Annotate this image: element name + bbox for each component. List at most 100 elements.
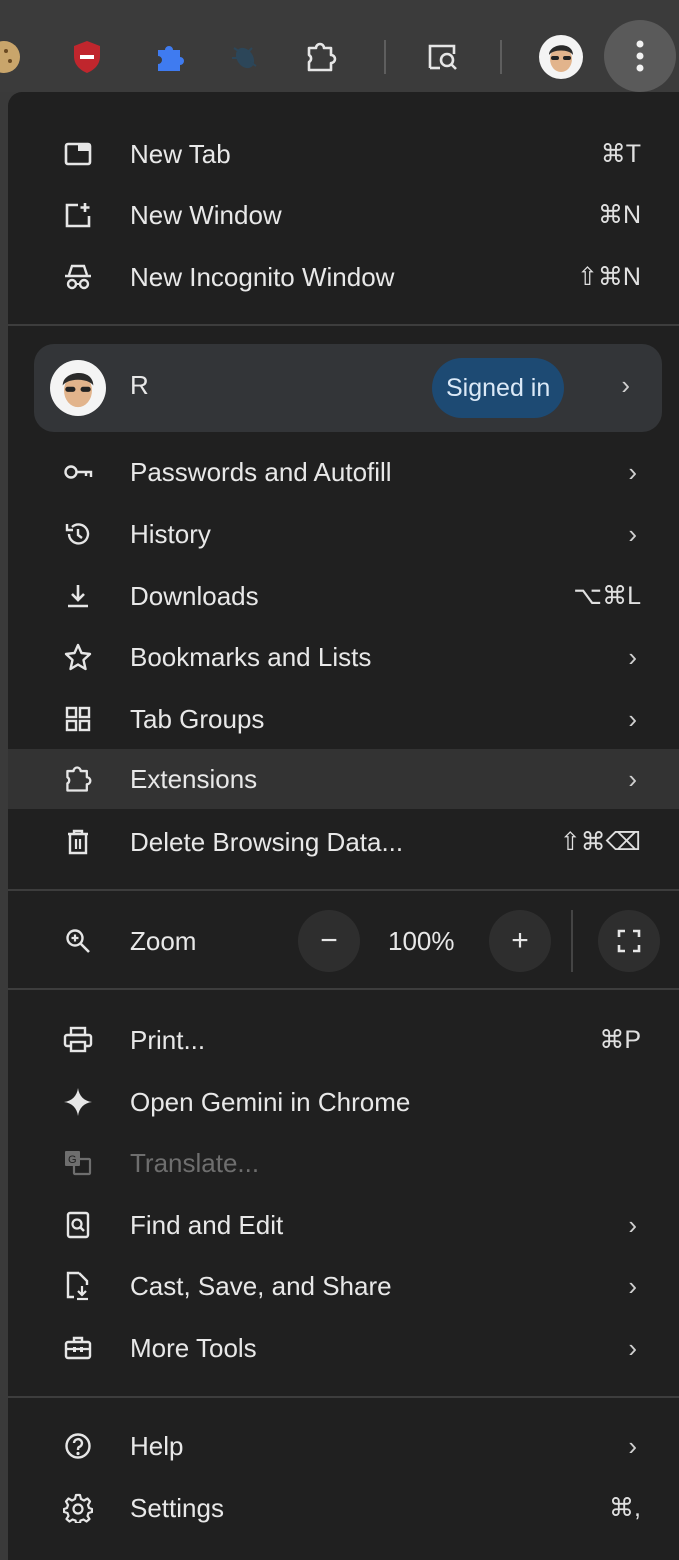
menu-item-print[interactable]: Print... ⌘P [8,1010,679,1070]
cookie-icon[interactable] [0,34,24,80]
new-window-icon [60,197,96,233]
shortcut: ⌘N [597,201,641,229]
menu-item-zoom: Zoom − 100% + [8,910,679,972]
menu-item-label: More Tools [130,1332,257,1363]
print-icon [60,1022,96,1058]
zoom-in-icon [60,923,96,959]
more-vert-icon[interactable] [604,20,676,92]
zoom-out-button[interactable]: − [298,910,360,972]
menu-item-label: Find and Edit [130,1209,284,1240]
menu-item-label: History [130,518,211,549]
gear-icon [60,1490,96,1526]
menu-item-history[interactable]: History › [8,504,679,564]
menu-item-label: New Incognito Window [130,261,395,292]
menu-item-help[interactable]: Help › [8,1416,679,1476]
profile-row[interactable]: R Signed in › [34,344,662,432]
shortcut: ⇧⌘⌫ [559,828,641,856]
toolbar-separator [496,34,506,80]
menu-item-gemini[interactable]: Open Gemini in Chrome [8,1072,679,1132]
menu-item-label: New Tab [130,138,231,169]
menu-item-bookmarks[interactable]: Bookmarks and Lists › [8,627,679,687]
toolbox-icon [60,1330,96,1366]
menu-item-downloads[interactable]: Downloads ⌥⌘L [8,566,679,626]
chevron-right-icon: › [628,641,637,672]
menu-item-label: Bookmarks and Lists [130,641,372,672]
chrome-main-menu: New Tab ⌘T New Window ⌘N New Incognito W… [8,92,679,1560]
shield-icon[interactable] [64,34,110,80]
menu-item-label: Extensions [130,763,258,794]
star-icon [60,639,96,675]
chevron-right-icon: › [628,518,637,549]
shortcut: ⌘P [599,1026,641,1054]
menu-item-label: Help [130,1430,184,1461]
menu-item-tab-groups[interactable]: Tab Groups › [8,689,679,749]
profile-name: R [130,370,149,400]
extensions-icon[interactable] [298,34,344,80]
menu-item-delete-browsing-data[interactable]: Delete Browsing Data... ⇧⌘⌫ [8,812,679,872]
divider [8,889,679,891]
puzzle-icon[interactable] [146,34,192,80]
shortcut: ⌘T [600,140,641,168]
key-icon [60,454,96,490]
menu-item-label: Zoom [130,925,197,956]
chevron-right-icon: › [628,456,637,487]
chevron-right-icon: › [621,370,630,400]
menu-item-passwords[interactable]: Passwords and Autofill › [8,442,679,502]
menu-item-settings[interactable]: Settings ⌘, [8,1478,679,1538]
signed-in-badge: Signed in [432,358,565,418]
menu-item-label: Delete Browsing Data... [130,826,404,857]
bug-icon[interactable] [222,34,268,80]
cast-save-share-icon [60,1268,96,1304]
shortcut: ⌘, [609,1494,641,1522]
translate-icon: G [60,1145,96,1181]
menu-item-label: Translate... [130,1147,260,1178]
menu-item-label: Passwords and Autofill [130,456,392,487]
menu-item-label: New Window [130,199,282,230]
menu-item-find-edit[interactable]: Find and Edit › [8,1195,679,1255]
fullscreen-button[interactable] [598,910,660,972]
browser-toolbar [0,0,679,92]
trash-icon [60,824,96,860]
chevron-right-icon: › [628,1332,637,1363]
menu-item-label: Cast, Save, and Share [130,1270,392,1301]
new-tab-icon [60,136,96,172]
search-tab-icon[interactable] [420,34,466,80]
toolbar-separator [380,34,390,80]
menu-item-cast-save-share[interactable]: Cast, Save, and Share › [8,1256,679,1316]
download-icon [60,578,96,614]
chevron-right-icon: › [628,1270,637,1301]
help-icon [60,1428,96,1464]
fullscreen-icon [617,929,641,953]
menu-item-new-tab[interactable]: New Tab ⌘T [8,124,679,184]
chevron-right-icon: › [628,703,637,734]
chevron-right-icon: › [628,1209,637,1240]
menu-item-label: Print... [130,1024,206,1055]
avatar[interactable] [538,34,584,80]
menu-item-extensions[interactable]: Extensions › [8,749,679,809]
menu-item-new-incognito[interactable]: New Incognito Window ⇧⌘N [8,247,679,307]
find-in-page-icon [60,1207,96,1243]
svg-text:G: G [68,1154,77,1166]
zoom-level: 100% [388,925,455,956]
divider [8,324,679,326]
menu-item-more-tools[interactable]: More Tools › [8,1318,679,1378]
shortcut: ⌥⌘L [573,582,641,610]
zoom-in-button[interactable]: + [489,910,551,972]
menu-item-label: Open Gemini in Chrome [130,1086,411,1117]
history-icon [60,516,96,552]
extensions-icon [60,761,96,797]
avatar [50,360,106,416]
gemini-sparkle-icon [60,1084,96,1120]
menu-item-label: Tab Groups [130,703,265,734]
incognito-icon [60,259,96,295]
chevron-right-icon: › [628,1430,637,1461]
tab-groups-icon [60,701,96,737]
chevron-right-icon: › [628,763,637,794]
menu-item-label: Downloads [130,580,259,611]
menu-item-label: Settings [130,1492,224,1523]
divider [8,988,679,990]
shortcut: ⇧⌘N [576,263,641,291]
menu-item-new-window[interactable]: New Window ⌘N [8,185,679,245]
zoom-separator [571,910,573,972]
divider [8,1396,679,1398]
